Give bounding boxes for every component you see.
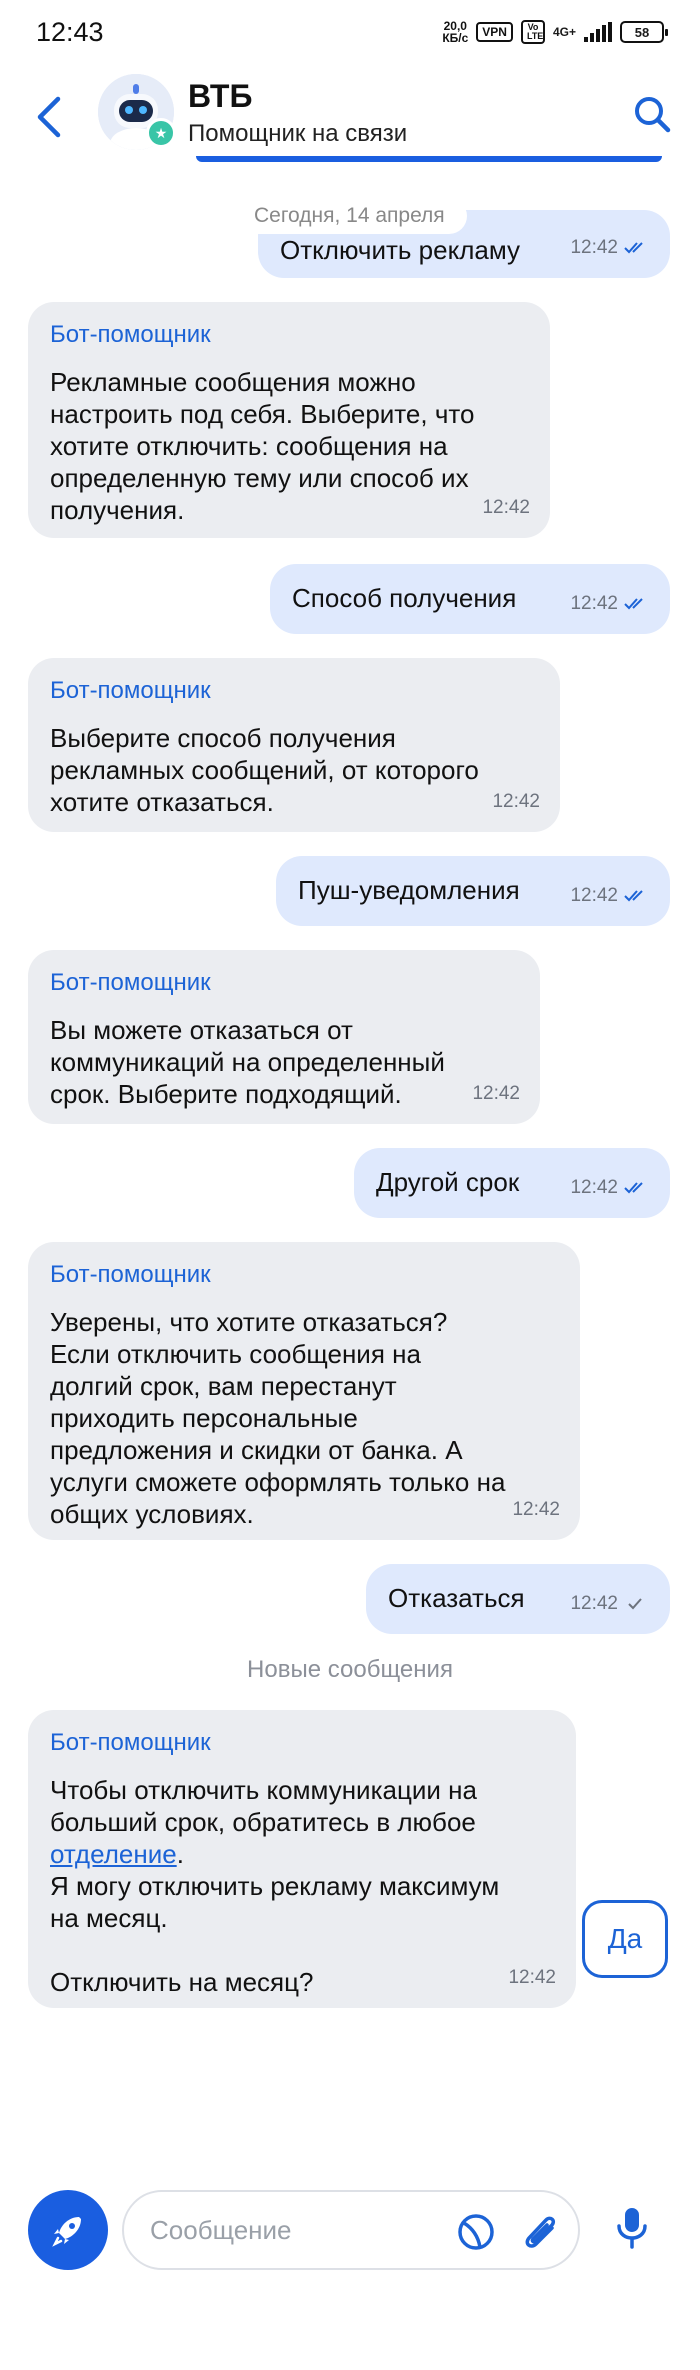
rocket-icon <box>52 2217 81 2247</box>
message-outgoing[interactable]: Отказаться 12:42 <box>366 1564 670 1634</box>
branch-link[interactable]: отделение <box>50 1839 177 1869</box>
message-meta: 12:42 <box>570 1588 650 1620</box>
message-meta: 12:42 <box>472 1083 520 1104</box>
sender-name: Бот-помощник <box>50 1729 211 1756</box>
header-underline <box>196 156 662 162</box>
double-tick-icon <box>624 890 643 902</box>
voice-message-button[interactable] <box>614 2204 650 2252</box>
sender-name: Бот-помощник <box>50 1261 211 1288</box>
new-messages-divider: Новые сообщения <box>247 1656 453 1683</box>
search-icon <box>635 97 671 133</box>
message-input[interactable] <box>150 2208 410 2252</box>
message-meta: 12:42 <box>482 497 530 518</box>
paperclip-icon <box>525 2216 556 2248</box>
back-button[interactable] <box>34 90 74 144</box>
message-incoming[interactable]: Бот-помощник Выберите способ получения р… <box>28 658 560 832</box>
message-meta: 12:42 <box>512 1499 560 1520</box>
quick-reply-yes-button[interactable]: Да <box>582 1900 668 1978</box>
double-tick-icon <box>624 1182 643 1194</box>
sender-name: Бот-помощник <box>50 321 211 348</box>
message-meta: 12:42 <box>570 1172 650 1204</box>
double-tick-icon <box>624 242 643 254</box>
chat-title: ВТБ <box>188 78 253 114</box>
sender-name: Бот-помощник <box>50 677 211 704</box>
sender-name: Бот-помощник <box>50 969 211 996</box>
message-meta: 12:42 <box>570 588 650 620</box>
sticker-icon <box>458 2214 494 2250</box>
message-outgoing[interactable]: Способ получения 12:42 <box>270 564 670 634</box>
status-bar: 12:43 20,0 КБ/с VPN Vo LTE 4G+ 58 <box>0 0 700 64</box>
verified-badge-icon: ★ <box>146 118 176 148</box>
double-tick-icon <box>624 598 643 610</box>
microphone-icon <box>617 2208 647 2249</box>
status-icons: 20,0 КБ/с VPN Vo LTE 4G+ 58 <box>442 19 668 45</box>
message-incoming[interactable]: Бот-помощник Вы можете отказаться от ком… <box>28 950 540 1124</box>
status-time: 12:43 <box>36 16 104 47</box>
message-incoming[interactable]: Бот-помощник Уверены, что хотите отказат… <box>28 1242 580 1540</box>
back-arrow-icon <box>37 96 61 138</box>
network-speed: 20,0 КБ/с <box>442 19 469 45</box>
chat-area[interactable]: Сегодня, 14 апреля Отключить рекламу 12:… <box>0 170 700 2200</box>
date-separator: Сегодня, 14 апреля <box>232 198 467 234</box>
message-meta: 12:42 <box>570 880 650 912</box>
message-incoming[interactable]: Бот-помощник Рекламные сообщения можно н… <box>28 302 550 538</box>
message-meta: 12:42 <box>492 791 540 812</box>
vpn-icon: VPN <box>476 22 513 42</box>
tick-icon <box>628 1598 642 1610</box>
volte-icon: Vo LTE <box>520 20 545 44</box>
chat-subtitle: Помощник на связи <box>188 120 408 147</box>
message-outgoing[interactable]: Пуш-уведомления 12:42 <box>276 856 670 926</box>
message-input-container <box>122 2190 580 2270</box>
message-incoming[interactable]: Бот-помощник Чтобы отключить коммуникаци… <box>28 1710 576 2008</box>
sticker-button[interactable] <box>454 2210 498 2254</box>
search-button[interactable] <box>630 92 674 136</box>
battery-icon: 58 <box>620 21 668 43</box>
signal-icon <box>584 22 612 42</box>
message-outgoing[interactable]: Другой срок 12:42 <box>354 1148 670 1218</box>
message-meta: 12:42 <box>570 232 650 264</box>
actions-button[interactable] <box>28 2190 108 2270</box>
network-type: 4G+ <box>552 25 576 39</box>
message-meta: 12:42 <box>508 1967 556 1988</box>
message-composer <box>0 2170 700 2290</box>
attach-button[interactable] <box>518 2208 562 2256</box>
